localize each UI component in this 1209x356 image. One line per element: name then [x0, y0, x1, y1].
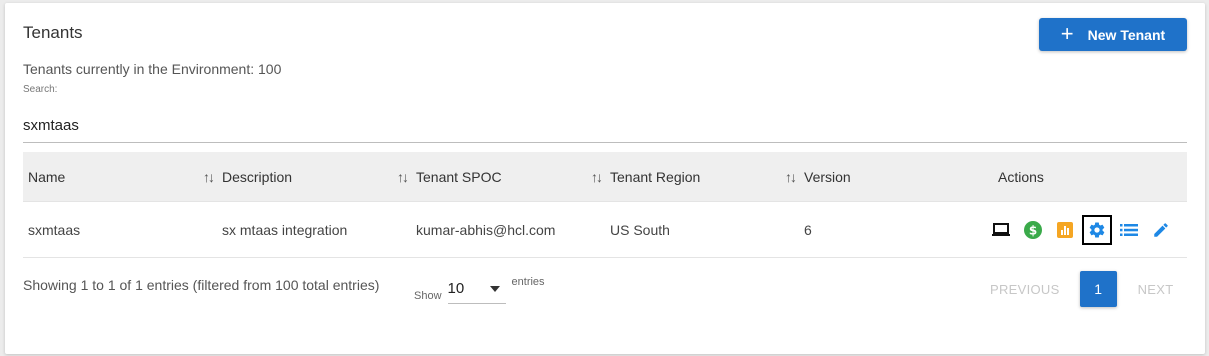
column-header-tenant-region[interactable]: Tenant Region ↑↓ — [605, 152, 799, 201]
show-label: Show — [414, 290, 442, 302]
environment-count-text: Tenants currently in the Environment: 10… — [23, 61, 282, 77]
cell-spoc: kumar-abhis@hcl.com — [416, 221, 556, 238]
sort-icon[interactable]: ↑↓ — [203, 169, 215, 185]
caret-down-icon — [489, 286, 500, 292]
row-actions: $ — [988, 202, 1180, 257]
entries-label: entries — [511, 276, 545, 288]
new-tenant-label: New Tenant — [1087, 26, 1166, 43]
sort-icon[interactable]: ↑↓ — [785, 169, 797, 185]
table-header: Name ↑↓ Description ↑↓ Tenant SPOC ↑↓ Te… — [23, 152, 1187, 202]
tenants-card: Tenants + New Tenant Tenants currently i… — [5, 3, 1205, 354]
column-header-tenant-spoc[interactable]: Tenant SPOC ↑↓ — [411, 152, 605, 201]
new-tenant-button[interactable]: + New Tenant — [1039, 18, 1187, 51]
page-title: Tenants — [23, 23, 83, 42]
page-size-control: Show 10 entries — [414, 274, 545, 304]
column-header-actions: Actions — [998, 168, 1044, 185]
table-info-text: Showing 1 to 1 of 1 entries (filtered fr… — [23, 277, 380, 293]
cell-version: 6 — [804, 221, 812, 238]
column-header-version[interactable]: Version — [799, 152, 993, 201]
laptop-icon[interactable] — [988, 217, 1014, 243]
bar-chart-icon[interactable] — [1052, 217, 1078, 243]
cell-description: sx mtaas integration — [222, 221, 348, 238]
search-input[interactable] — [23, 109, 1187, 143]
svg-text:$: $ — [1029, 223, 1037, 237]
column-header-name[interactable]: Name ↑↓ — [23, 152, 217, 201]
page-size-select[interactable]: 10 — [447, 274, 506, 304]
plus-icon: + — [1060, 20, 1074, 46]
table-row: sxmtaas sx mtaas integration kumar-abhis… — [23, 202, 1187, 258]
pagination: PREVIOUS 1 NEXT — [990, 271, 1173, 307]
page-number-button[interactable]: 1 — [1079, 271, 1117, 307]
cell-actions: $ — [992, 202, 1187, 257]
list-icon[interactable] — [1116, 217, 1142, 243]
sort-icon[interactable]: ↑↓ — [397, 169, 409, 185]
sort-icon[interactable]: ↑↓ — [591, 169, 603, 185]
dollar-icon[interactable]: $ — [1020, 217, 1046, 243]
pencil-icon[interactable] — [1148, 217, 1174, 243]
column-header-description[interactable]: Description ↑↓ — [217, 152, 411, 201]
cell-region: US South — [610, 221, 670, 238]
search-label: Search: — [23, 84, 58, 95]
gear-icon[interactable] — [1082, 214, 1112, 245]
next-button[interactable]: NEXT — [1138, 282, 1174, 297]
tenants-table: Name ↑↓ Description ↑↓ Tenant SPOC ↑↓ Te… — [23, 152, 1187, 258]
cell-name: sxmtaas — [28, 221, 81, 238]
previous-button[interactable]: PREVIOUS — [990, 282, 1060, 297]
